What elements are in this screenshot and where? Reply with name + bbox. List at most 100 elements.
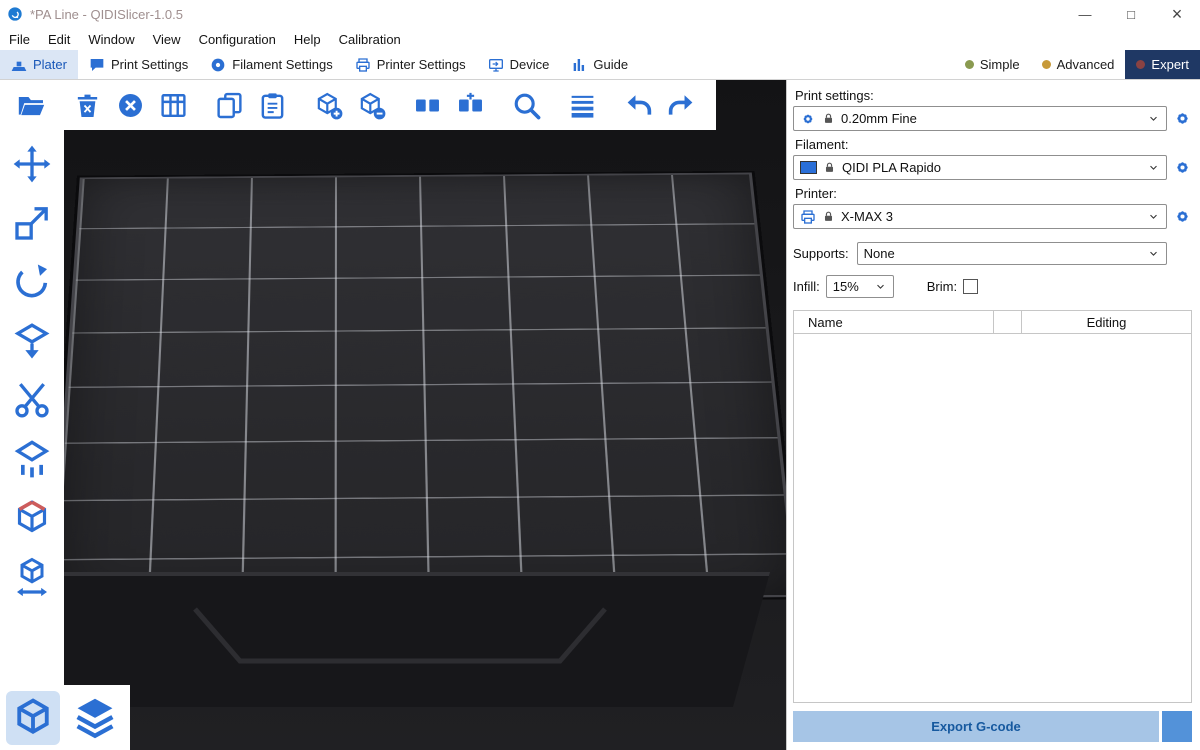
maximize-button[interactable]: □ [1108,0,1154,28]
brim-checkbox[interactable] [963,279,978,294]
minimize-button[interactable]: — [1062,0,1108,28]
chevron-down-icon [874,280,887,293]
menu-edit[interactable]: Edit [39,30,79,49]
supports-combo[interactable]: None [857,242,1167,265]
move-button[interactable] [10,142,54,186]
redo-button[interactable] [664,88,698,122]
delete-icon [73,91,102,120]
printer-label: Printer: [795,186,1192,201]
mode-expert[interactable]: Expert [1125,50,1200,79]
object-list-body[interactable] [794,334,1191,702]
rotate-button[interactable] [10,260,54,304]
cut-button[interactable] [10,378,54,422]
chevron-down-icon [1147,112,1160,125]
seam-paint-button[interactable] [10,496,54,540]
menu-view[interactable]: View [144,30,190,49]
gizmo-toolbar [0,130,64,685]
filament-row: QIDI PLA Rapido [793,155,1192,180]
undo-button[interactable] [621,88,655,122]
viewport-3d[interactable] [0,80,786,750]
supports-label: Supports: [793,246,849,261]
tab-filament-settings[interactable]: Filament Settings [199,50,343,79]
window-title: *PA Line - QIDISlicer-1.0.5 [30,7,183,22]
object-list-header-extruder [994,311,1022,333]
filament-label: Filament: [795,137,1192,152]
add-instance-button[interactable] [311,88,345,122]
printer-base [30,572,770,707]
tab-guide[interactable]: Guide [560,50,639,79]
expert-mode-dot-icon [1136,60,1145,69]
print-settings-combo[interactable]: 0.20mm Fine [793,106,1167,131]
edit-filament-gear-icon[interactable] [1173,158,1192,177]
search-icon [512,91,541,120]
filament-value: QIDI PLA Rapido [842,160,1141,175]
object-list-header-name: Name [794,311,994,333]
delete-all-button[interactable] [113,88,147,122]
copy-icon [215,91,244,120]
edit-printer-gear-icon[interactable] [1173,207,1192,226]
measure-button[interactable] [10,555,54,599]
open-project-button[interactable] [14,88,48,122]
variable-layer-height-button[interactable] [565,88,599,122]
print-settings-value: 0.20mm Fine [841,111,1141,126]
object-list: Name Editing [793,310,1192,703]
editor-3d-view-button[interactable] [6,691,60,745]
object-list-header: Name Editing [794,311,1191,334]
tab-print-settings[interactable]: Print Settings [78,50,199,79]
tab-plater[interactable]: Plater [0,50,78,79]
measure-icon [12,557,52,597]
remove-instance-button[interactable] [354,88,388,122]
place-on-face-button[interactable] [10,319,54,363]
menu-help[interactable]: Help [285,30,330,49]
arrange-button[interactable] [156,88,190,122]
mode-simple[interactable]: Simple [954,50,1031,79]
print-bed [51,173,786,603]
menubar: File Edit Window View Configuration Help… [0,28,1200,50]
supports-row: Supports: None [793,242,1167,265]
arrange-icon [159,91,188,120]
menu-configuration[interactable]: Configuration [190,30,285,49]
tabbar: Plater Print Settings Filament Settings … [0,50,1200,80]
scale-button[interactable] [10,201,54,245]
paste-button[interactable] [255,88,289,122]
tab-label: Filament Settings [232,57,332,72]
support-paint-icon [12,439,52,479]
edit-print-settings-gear-icon[interactable] [1173,109,1192,128]
print-settings-label: Print settings: [795,88,1192,103]
delete-button[interactable] [70,88,104,122]
search-button[interactable] [509,88,543,122]
menu-window[interactable]: Window [79,30,143,49]
view-switch [0,685,130,750]
split-objects-button[interactable] [410,88,444,122]
printer-icon [800,209,816,225]
chevron-down-icon [1147,210,1160,223]
lock-icon [823,161,836,174]
main-area: Print settings: 0.20mm Fine Filament: QI… [0,80,1200,750]
device-icon [488,57,504,73]
printer-combo[interactable]: X-MAX 3 [793,204,1167,229]
tab-device[interactable]: Device [477,50,561,79]
split-parts-button[interactable] [453,88,487,122]
split-parts-icon [456,91,485,120]
menu-file[interactable]: File [0,30,39,49]
mode-advanced[interactable]: Advanced [1031,50,1126,79]
preview-button[interactable] [68,691,122,745]
filament-combo[interactable]: QIDI PLA Rapido [793,155,1167,180]
supports-value: None [864,246,1141,261]
support-paint-button[interactable] [10,437,54,481]
object-list-header-editing: Editing [1022,311,1191,333]
copy-button[interactable] [212,88,246,122]
window-controls: — □ × [1062,0,1200,28]
infill-combo[interactable]: 15% [826,275,894,298]
menu-calibration[interactable]: Calibration [330,30,410,49]
tab-printer-settings[interactable]: Printer Settings [344,50,477,79]
close-button[interactable]: × [1154,0,1200,28]
export-options-button[interactable] [1162,711,1192,742]
mode-switch: Simple Advanced Expert [954,50,1200,79]
filament-color-swatch [800,161,817,174]
rotate-icon [12,262,52,302]
export-gcode-button[interactable]: Export G-code [793,711,1159,742]
simple-mode-dot-icon [965,60,974,69]
advanced-mode-dot-icon [1042,60,1051,69]
settings-panel: Print settings: 0.20mm Fine Filament: QI… [786,80,1200,750]
